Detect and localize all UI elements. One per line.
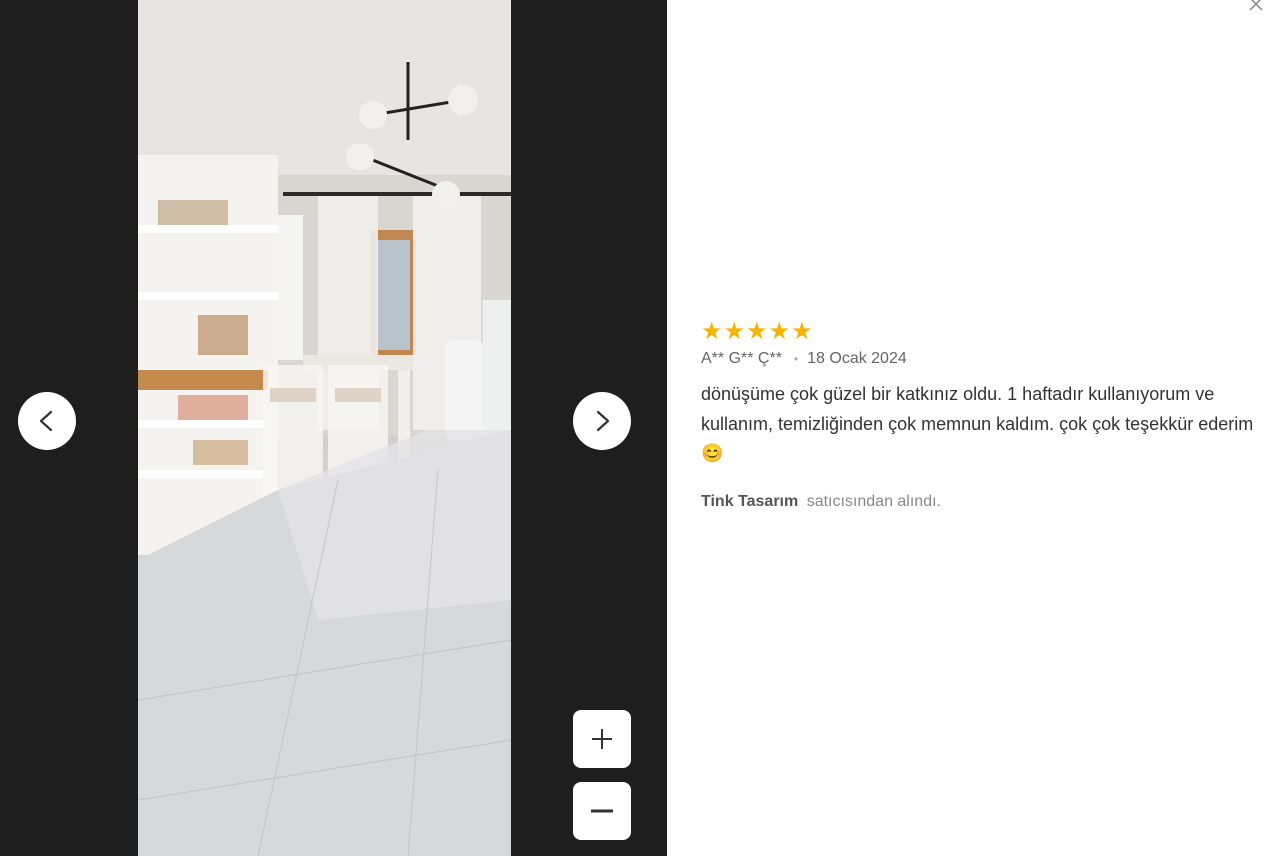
zoom-in-button[interactable] [573,710,631,768]
star-icon: ★ [701,318,723,345]
review-date: 18 Ocak 2024 [807,350,907,367]
image-viewer [0,0,667,856]
star-icon: ★ [791,318,813,345]
minus-icon [591,809,613,813]
review-author: A** G** Ç** [701,350,782,367]
meta-separator: • [793,352,799,366]
review-meta: A** G** Ç** • 18 Ocak 2024 [701,350,1261,368]
previous-image-button[interactable] [18,392,76,450]
chevron-left-icon [39,410,53,432]
seller-info: Tink Tasarım satıcısından alındı. [701,493,1261,511]
next-image-button[interactable] [573,392,631,450]
close-icon [1249,0,1263,11]
close-button[interactable] [1246,0,1266,14]
plus-icon [592,729,612,749]
star-icon: ★ [746,318,768,345]
review-comment: dönüşüme çok güzel bir katkınız oldu. 1 … [701,384,1254,463]
review-panel: ★ ★ ★ ★ ★ A** G** Ç** • 18 Ocak 2024 dön… [701,320,1261,511]
seller-suffix: satıcısından alındı. [806,492,941,510]
review-photo [138,0,511,856]
zoom-out-button[interactable] [573,782,631,840]
kitchen-photo-illustration [138,0,511,856]
star-icon: ★ [723,318,746,345]
seller-name[interactable]: Tink Tasarım [701,493,798,510]
chevron-right-icon [596,410,610,432]
star-icon: ★ [768,318,791,345]
star-rating: ★ ★ ★ ★ ★ [701,320,1261,344]
